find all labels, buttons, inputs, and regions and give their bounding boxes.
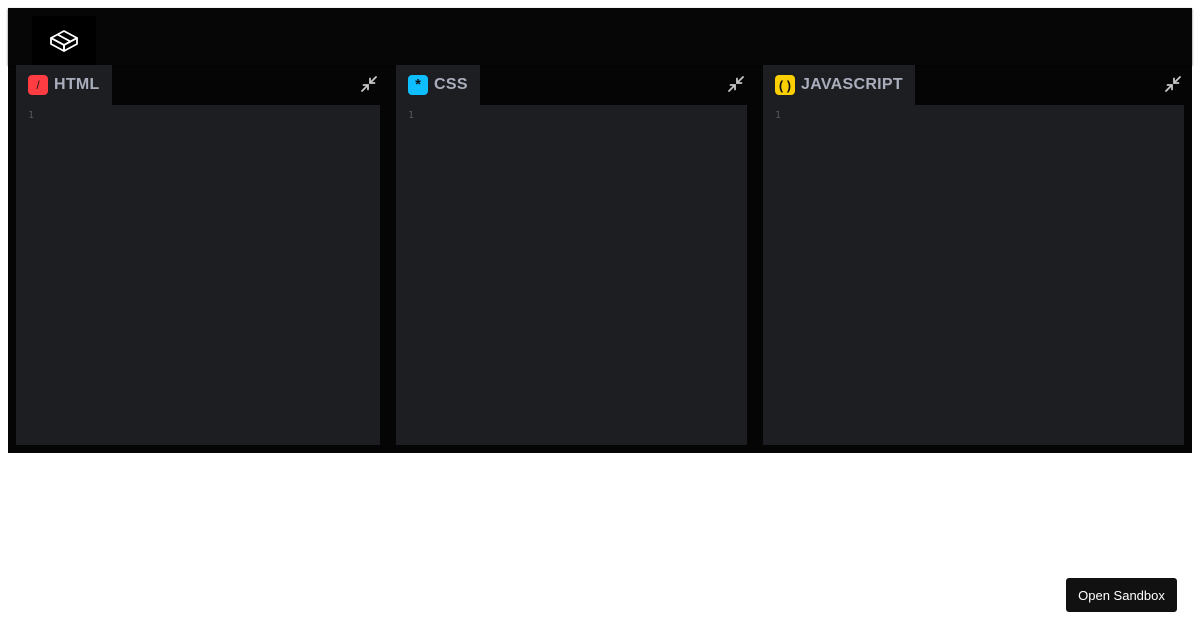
minimize-arrows-icon [1165,76,1181,92]
open-sandbox-button[interactable]: Open Sandbox [1066,578,1177,612]
js-collapse-button[interactable] [1164,75,1182,93]
css-badge-icon: * [408,75,428,95]
css-panel: * CSS 1 [396,65,747,445]
tab-html[interactable]: / HTML [16,65,112,105]
codepen-cube-icon [50,29,78,52]
tab-css-label: CSS [434,76,468,93]
css-code-editor[interactable]: 1 [396,105,747,445]
minimize-arrows-icon [361,76,377,92]
html-code-editor[interactable]: 1 [16,105,380,445]
tab-js-label: JAVASCRIPT [801,76,903,93]
html-badge-icon: / [28,75,48,95]
css-collapse-button[interactable] [727,75,745,93]
top-bar [8,8,1192,65]
js-panel: ( ) JAVASCRIPT 1 [763,65,1184,445]
js-code-editor[interactable]: 1 [763,105,1184,445]
codepen-logo[interactable] [32,16,96,65]
html-panel: / HTML 1 [16,65,380,445]
editor-app: / HTML 1 * CSS 1 () JAVASCRIPT 1 [8,8,1192,453]
tab-css[interactable]: * CSS [396,65,480,105]
tab-html-label: HTML [54,76,100,93]
html-collapse-button[interactable] [360,75,378,93]
line-number: 1 [408,110,415,121]
tab-js[interactable]: ( ) JAVASCRIPT [763,65,915,105]
minimize-arrows-icon [728,76,744,92]
line-number: 1 [28,110,35,121]
line-number: 1 [775,110,782,121]
js-badge-icon: ( ) [775,75,795,95]
